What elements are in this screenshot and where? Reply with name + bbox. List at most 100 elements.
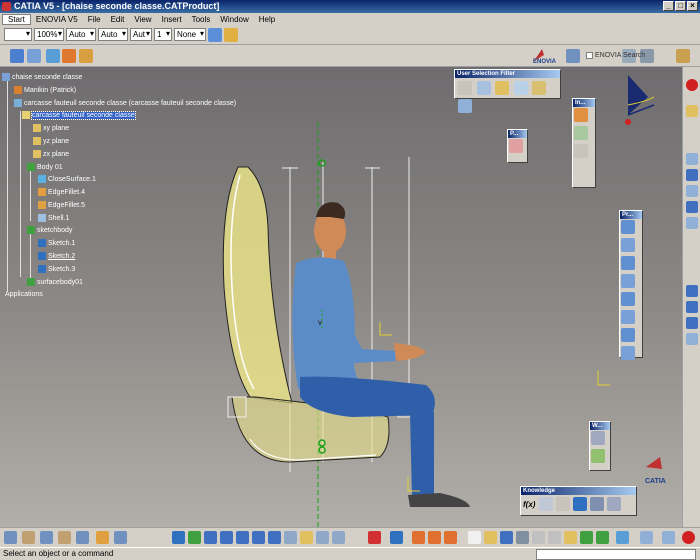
cog-icon[interactable] — [62, 49, 76, 63]
table-icon[interactable] — [27, 49, 41, 63]
tree-sketchbody[interactable]: sketchbody — [27, 226, 72, 234]
fit-all-icon[interactable] — [188, 531, 201, 544]
formula-icon[interactable]: f(x) — [523, 500, 537, 509]
pan-icon[interactable] — [204, 531, 217, 544]
normal-view-icon[interactable] — [268, 531, 281, 544]
tool-icon[interactable] — [509, 139, 523, 153]
hand-icon[interactable] — [79, 49, 93, 63]
tool-icon[interactable] — [574, 144, 588, 158]
undo-icon[interactable] — [580, 531, 593, 544]
hide-show-icon[interactable] — [316, 531, 329, 544]
tree-body[interactable]: Body 01 — [27, 163, 63, 171]
tree-sketch-1[interactable]: Sketch.1 — [38, 239, 75, 247]
tree-part[interactable]: carcasse fauteuil seconde classe (carcas… — [14, 99, 236, 107]
thickness-combo[interactable]: Aut — [130, 28, 152, 41]
tool-icon[interactable] — [428, 531, 441, 544]
tool-icon[interactable] — [591, 449, 605, 463]
tree-sketch-3[interactable]: Sketch.3 — [38, 265, 75, 273]
tool-icon[interactable] — [444, 531, 457, 544]
tree-root[interactable]: chaise seconde classe — [2, 73, 82, 81]
menu-window[interactable]: Window — [215, 15, 253, 24]
axis-icon[interactable] — [621, 328, 635, 342]
tree-shell[interactable]: Shell.1 — [38, 214, 69, 222]
power-input-field[interactable] — [536, 549, 696, 560]
tree-xy-plane[interactable]: xy plane — [33, 124, 69, 132]
tool-icon[interactable] — [574, 126, 588, 140]
point-icon[interactable] — [621, 346, 635, 360]
tree-edgefillet-4[interactable]: EdgeFillet.4 — [38, 188, 85, 196]
tool-icon[interactable] — [686, 185, 698, 197]
rectangle-icon[interactable] — [621, 238, 635, 252]
enovia-search-checkbox[interactable] — [586, 52, 593, 59]
profile-icon[interactable] — [621, 220, 635, 234]
tool-icon[interactable] — [607, 497, 621, 511]
volume-filter-icon[interactable] — [513, 81, 528, 95]
render-style-icon[interactable] — [300, 531, 313, 544]
tree-sketch-2[interactable]: Sketch.2 — [38, 252, 75, 260]
zoom-combo[interactable]: 100% — [34, 28, 64, 41]
swap-space-icon[interactable] — [332, 531, 345, 544]
tool-icon[interactable] — [686, 217, 698, 229]
tree-surfacebody[interactable]: surfacebody01 — [27, 278, 83, 286]
tool-icon[interactable] — [556, 497, 570, 511]
format-painter-icon[interactable] — [224, 27, 238, 42]
layer-number-combo[interactable]: 1 — [154, 28, 172, 41]
search-icon[interactable] — [46, 49, 60, 63]
table-icon[interactable] — [573, 497, 587, 511]
fly-mode-icon[interactable] — [172, 531, 185, 544]
copy-icon[interactable] — [548, 531, 561, 544]
minimize-button[interactable]: _ — [663, 1, 674, 11]
tool-icon[interactable] — [686, 333, 698, 345]
tool-icon[interactable] — [76, 531, 89, 544]
exit-workbench-icon[interactable] — [686, 79, 698, 91]
geometry-filter-icon[interactable] — [458, 99, 472, 113]
select-icon[interactable] — [686, 105, 698, 117]
zoom-in-icon[interactable] — [236, 531, 249, 544]
tree-part-body[interactable]: carcasse fauteuil seconde classe — [22, 110, 136, 120]
curve-filter-icon[interactable] — [476, 81, 491, 95]
tool-icon[interactable] — [368, 531, 381, 544]
tool-icon[interactable] — [412, 531, 425, 544]
tool-icon[interactable] — [686, 169, 698, 181]
tree-closesurface[interactable]: CloseSurface.1 — [38, 175, 96, 183]
tool-icon[interactable] — [591, 431, 605, 445]
open-folder-icon[interactable] — [484, 531, 497, 544]
surface-filter-icon[interactable] — [495, 81, 510, 95]
tool-icon[interactable] — [4, 531, 17, 544]
paste-icon[interactable] — [564, 531, 577, 544]
line-icon[interactable] — [621, 310, 635, 324]
tool-icon[interactable] — [686, 153, 698, 165]
layer-combo[interactable]: None — [174, 28, 206, 41]
3d-viewport[interactable]: v CATIA chaise seconde classe Manikin (P… — [0, 67, 682, 527]
tree-applications[interactable]: Applications — [5, 291, 43, 298]
color-combo[interactable] — [4, 28, 32, 41]
tree-yz-plane[interactable]: yz plane — [33, 137, 69, 145]
paint-brush-icon[interactable] — [208, 27, 222, 42]
print-icon[interactable] — [516, 531, 529, 544]
cut-icon[interactable] — [532, 531, 545, 544]
linetype-combo[interactable]: Auto — [98, 28, 128, 41]
ellipse-icon[interactable] — [621, 292, 635, 306]
tool-icon[interactable] — [574, 108, 588, 122]
maximize-button[interactable]: □ — [675, 1, 686, 11]
close-window-button[interactable]: × — [687, 1, 698, 11]
menu-edit[interactable]: Edit — [106, 15, 130, 24]
grid-icon[interactable] — [10, 49, 24, 63]
feature-filter-icon[interactable] — [532, 81, 547, 95]
menu-tools[interactable]: Tools — [187, 15, 216, 24]
new-file-icon[interactable] — [468, 531, 481, 544]
menu-insert[interactable]: Insert — [157, 15, 187, 24]
tool-icon[interactable] — [22, 531, 35, 544]
tool-icon[interactable] — [686, 201, 698, 213]
transparency-combo[interactable]: Auto — [66, 28, 96, 41]
trim-icon[interactable] — [686, 317, 698, 329]
tool-icon[interactable] — [96, 531, 109, 544]
tool-icon[interactable] — [40, 531, 53, 544]
menu-help[interactable]: Help — [254, 15, 280, 24]
enovia-search[interactable]: ENOVIA Search — [586, 52, 645, 59]
tool-icon[interactable] — [58, 531, 71, 544]
menu-start[interactable]: Start — [2, 13, 31, 25]
folder-icon[interactable] — [676, 49, 690, 63]
menu-file[interactable]: File — [83, 15, 106, 24]
tree-manikin[interactable]: Manikin (Patrick) — [14, 86, 76, 94]
